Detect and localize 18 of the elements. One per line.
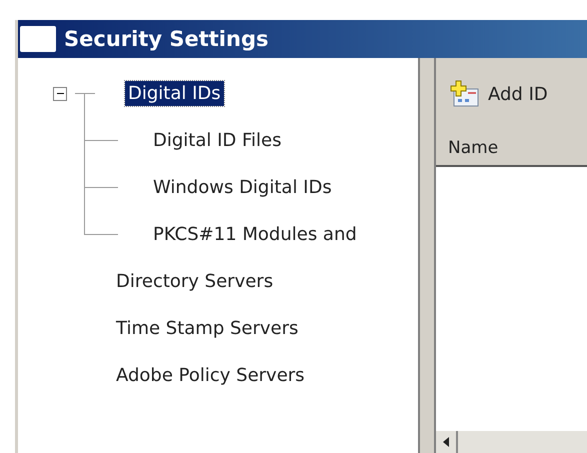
tree-item[interactable]: Digital IDs [125,81,224,106]
tree-item[interactable]: Windows Digital IDs [150,175,335,200]
splitter[interactable] [418,58,436,453]
window-icon [20,26,56,52]
horizontal-scrollbar[interactable] [436,430,587,453]
tree-item[interactable]: Time Stamp Servers [113,316,302,341]
collapse-toggle[interactable] [53,86,67,100]
window-title: Security Settings [64,27,268,51]
tree-item[interactable]: Adobe Policy Servers [113,363,308,388]
tree-item[interactable]: PKCS#11 Modules and [150,222,360,247]
add-card-icon [450,80,480,108]
tree-item[interactable]: Digital ID Files [150,128,284,153]
scroll-left-icon [442,437,450,447]
column-header[interactable]: Name [436,138,498,158]
tree-line [84,188,118,235]
tree-item[interactable]: Directory Servers [113,269,276,294]
tree-line [84,141,118,188]
add-id-button[interactable]: Add ID [446,76,552,112]
